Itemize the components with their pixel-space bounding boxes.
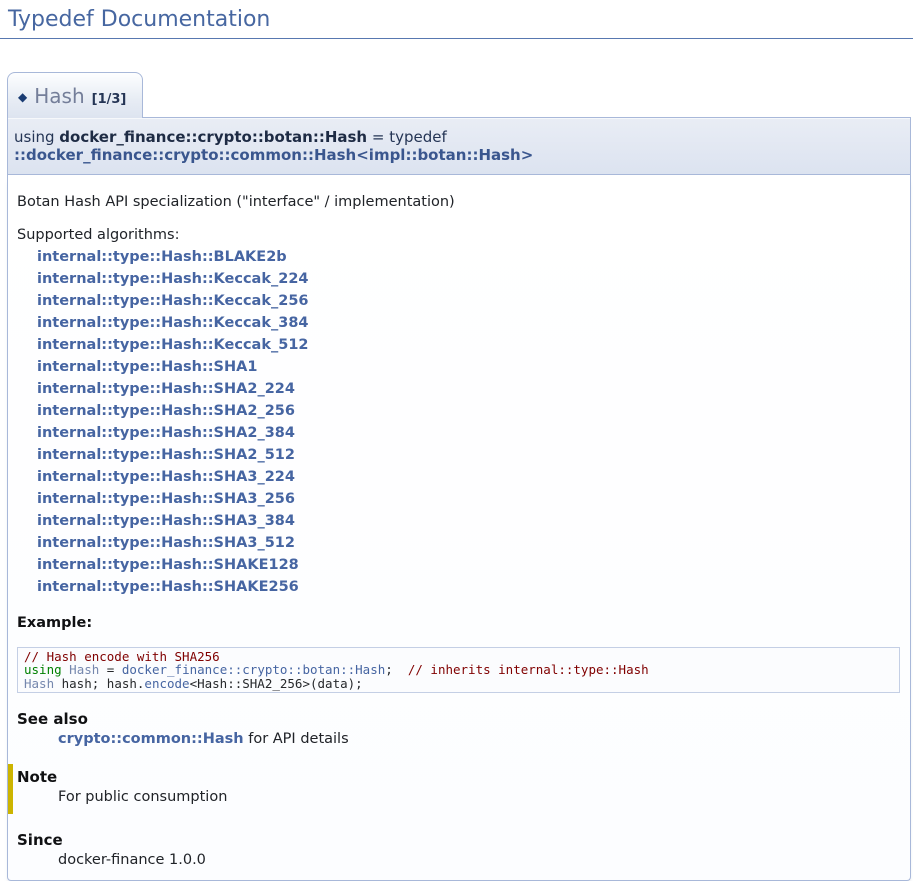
typedef-documentation-page: Typedef Documentation ◆ Hash [1/3] using d…: [0, 0, 913, 881]
code-line: using Hash = docker_finance::crypto::bot…: [24, 663, 893, 676]
algorithm-link[interactable]: internal::type::Hash::SHA3_384: [37, 510, 900, 532]
algorithm-link[interactable]: internal::type::Hash::SHAKE256: [37, 576, 900, 598]
algorithm-link[interactable]: internal::type::Hash::SHA2_224: [37, 378, 900, 400]
algorithm-link[interactable]: internal::type::Hash::SHA2_512: [37, 444, 900, 466]
since-section: Since docker-finance 1.0.0: [17, 831, 900, 868]
since-label: Since: [17, 831, 900, 849]
proto-using-keyword: using: [14, 128, 59, 146]
code-text: <Hash::SHA2_256>(data);: [190, 676, 363, 691]
algorithm-link[interactable]: internal::type::Hash::SHA3_256: [37, 488, 900, 510]
intro-text: Botan Hash API specialization ("interfac…: [17, 194, 900, 210]
see-also-text: for API details: [244, 731, 349, 747]
code-text: hash; hash.: [54, 676, 144, 691]
proto-equals-typedef: = typedef: [367, 128, 451, 146]
code-line: // Hash encode with SHA256: [24, 650, 893, 663]
algorithm-link[interactable]: internal::type::Hash::SHAKE128: [37, 554, 900, 576]
code-comment: // inherits internal::type::Hash: [408, 662, 649, 677]
algorithm-link[interactable]: internal::type::Hash::Keccak_384: [37, 312, 900, 334]
proto-typedef-name: docker_finance::crypto::botan::Hash: [59, 128, 367, 146]
algorithm-link[interactable]: internal::type::Hash::Keccak_224: [37, 268, 900, 290]
crypto-common-hash-link[interactable]: crypto::common::Hash: [58, 731, 244, 747]
member-tab: ◆ Hash [1/3]: [7, 72, 143, 118]
since-text: docker-finance 1.0.0: [58, 852, 900, 868]
member-tab-index: [1/3]: [92, 92, 127, 107]
proto-target-type: ::docker_finance::crypto::common::Hash<i…: [14, 146, 533, 164]
code-link-hash-type[interactable]: Hash: [24, 676, 54, 691]
permalink-diamond-icon[interactable]: ◆: [18, 90, 27, 104]
algorithm-link[interactable]: internal::type::Hash::Keccak_512: [37, 334, 900, 356]
example-code-block: // Hash encode with SHA256using Hash = d…: [17, 647, 900, 693]
note-text: For public consumption: [58, 789, 900, 805]
algorithm-link[interactable]: internal::type::Hash::Keccak_256: [37, 290, 900, 312]
example-label: Example:: [17, 615, 900, 631]
page-title: Typedef Documentation: [0, 0, 913, 39]
algorithm-link[interactable]: internal::type::Hash::SHA3_512: [37, 532, 900, 554]
code-line: Hash hash; hash.encode<Hash::SHA2_256>(d…: [24, 677, 893, 690]
note-section: Note For public consumption: [8, 764, 900, 814]
member-prototype: using docker_finance::crypto::botan::Has…: [7, 117, 911, 175]
member-tab-title: Hash: [34, 84, 84, 108]
supported-algorithms-label: Supported algorithms:: [17, 227, 900, 243]
algorithm-link[interactable]: internal::type::Hash::SHA3_224: [37, 466, 900, 488]
algorithm-list: internal::type::Hash::BLAKE2binternal::t…: [17, 246, 900, 598]
member-documentation: Botan Hash API specialization ("interfac…: [7, 175, 911, 881]
code-link-encode[interactable]: encode: [144, 676, 189, 691]
algorithm-link[interactable]: internal::type::Hash::SHA1: [37, 356, 900, 378]
algorithm-link[interactable]: internal::type::Hash::SHA2_256: [37, 400, 900, 422]
see-also-label: See also: [17, 710, 900, 728]
see-also-section: See also crypto::common::Hash for API de…: [17, 710, 900, 747]
code-text: ;: [385, 662, 408, 677]
algorithm-link[interactable]: internal::type::Hash::SHA2_384: [37, 422, 900, 444]
algorithm-link[interactable]: internal::type::Hash::BLAKE2b: [37, 246, 900, 268]
note-label: Note: [17, 768, 900, 786]
see-also-content: crypto::common::Hash for API details: [58, 731, 900, 747]
member-hash-typedef: ◆Hash[1/3] using docker_finance::crypto:…: [7, 72, 911, 881]
